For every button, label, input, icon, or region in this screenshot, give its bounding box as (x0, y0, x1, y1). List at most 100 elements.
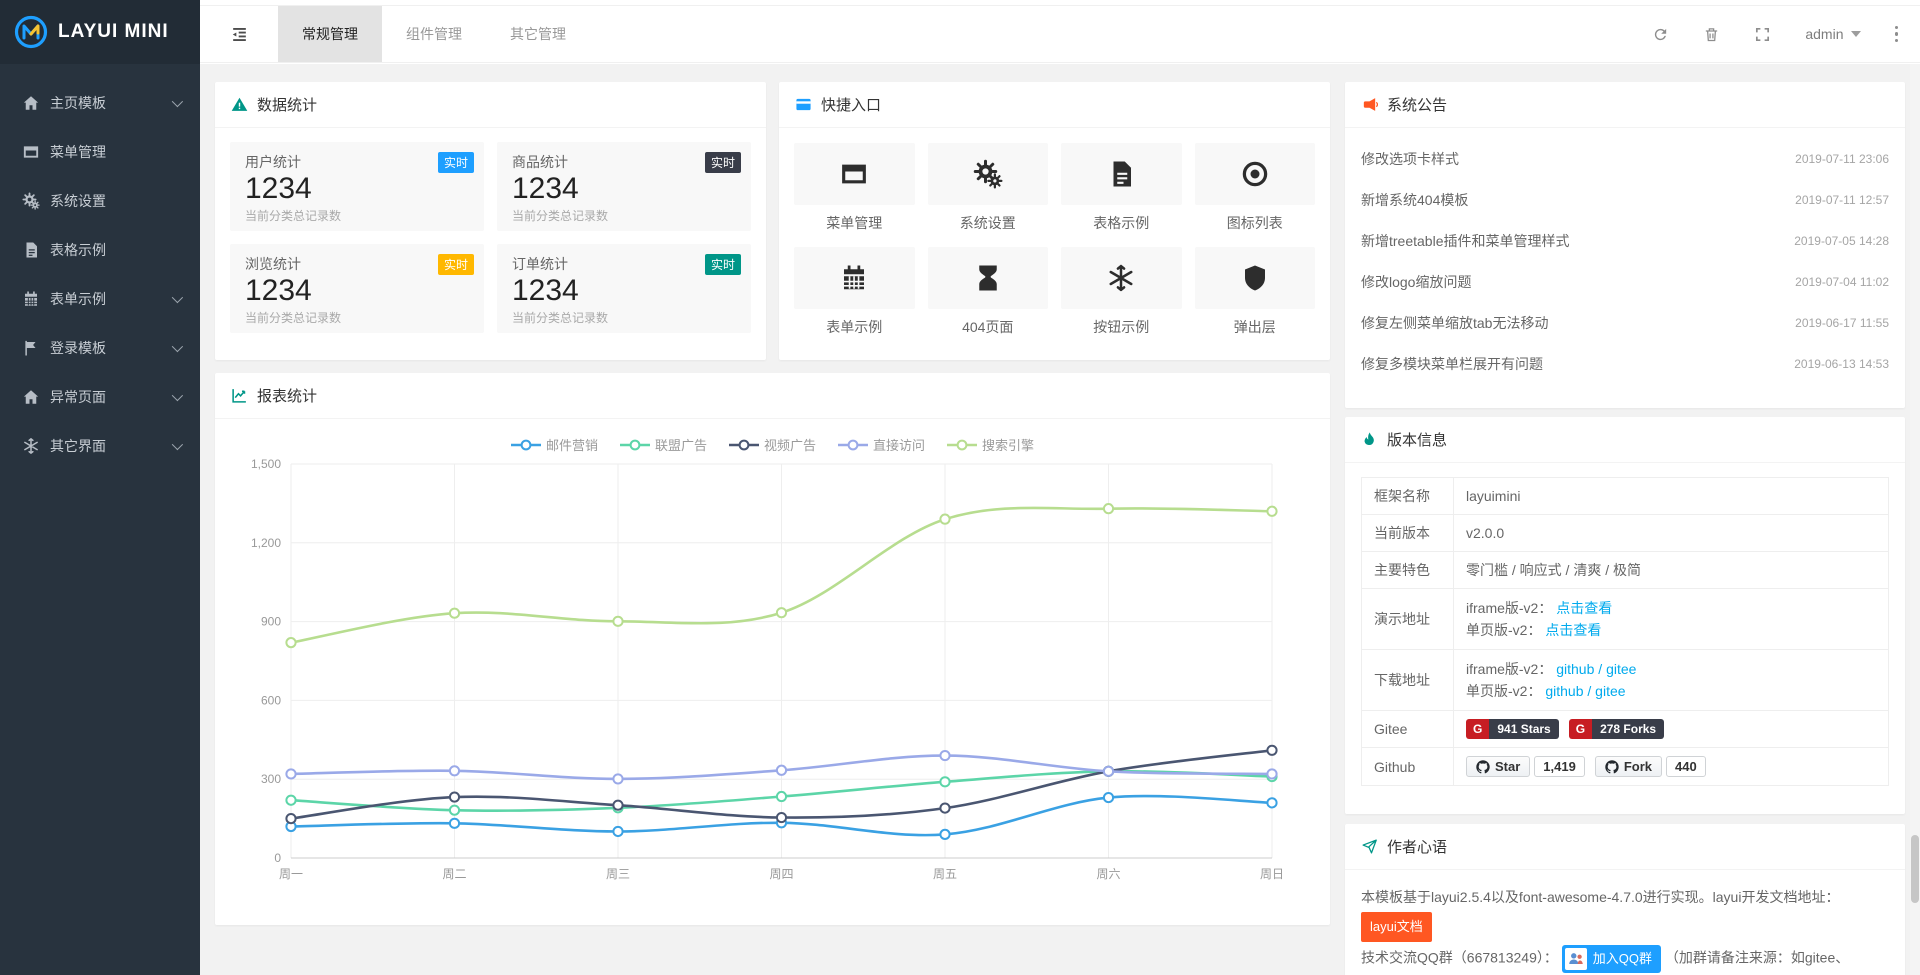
gears-icon (928, 143, 1049, 205)
notice-item[interactable]: 新增系统404模板 2019-07-11 12:57 (1345, 179, 1905, 220)
version-label: 下载地址 (1362, 650, 1454, 711)
quick-entry-label: 表单示例 (794, 317, 915, 337)
svg-text:600: 600 (261, 693, 281, 707)
gitee-badge-label: 941 Stars (1489, 719, 1558, 739)
panel-title: 版本信息 (1387, 429, 1447, 450)
quick-entry-gears[interactable]: 系统设置 (928, 143, 1049, 233)
report-panel-header: 报表统计 (215, 373, 1330, 419)
user-menu[interactable]: admin (1805, 26, 1860, 42)
quick-entry-snowflake[interactable]: 按钮示例 (1061, 247, 1182, 337)
version-link[interactable]: gitee (1595, 683, 1625, 699)
layui-doc-badge[interactable]: layui文档 (1361, 912, 1432, 942)
legend-marker-icon (729, 439, 759, 451)
legend-item[interactable]: 直接访问 (838, 435, 925, 454)
scrollbar-thumb[interactable] (1911, 835, 1919, 903)
quick-entry-window[interactable]: 菜单管理 (794, 143, 915, 233)
version-link[interactable]: 点击查看 (1545, 622, 1601, 638)
github-badge[interactable]: Star 1,419 (1466, 756, 1585, 777)
legend-item[interactable]: 视频广告 (729, 435, 816, 454)
legend-marker-icon (511, 439, 541, 451)
svg-text:1,500: 1,500 (251, 457, 281, 471)
stats-panel-header: 数据统计 (215, 82, 766, 128)
notice-date: 2019-06-17 11:55 (1795, 316, 1889, 330)
chart-legend: 邮件营销 联盟广告 视频广告 直接访问 搜索引擎 (215, 435, 1330, 454)
more-menu-icon[interactable] (1895, 26, 1899, 43)
notice-item[interactable]: 修复左侧菜单缩放tab无法移动 2019-06-17 11:55 (1345, 302, 1905, 343)
notice-date: 2019-07-11 12:57 (1795, 193, 1889, 207)
quick-entry-shield[interactable]: 弹出层 (1195, 247, 1316, 337)
chevron-down-icon (172, 340, 183, 351)
stat-title: 商品统计 (512, 152, 736, 172)
legend-marker-icon (947, 439, 977, 451)
notice-title: 修改选项卡样式 (1361, 149, 1459, 169)
stat-caption: 当前分类总记录数 (512, 207, 736, 224)
trash-icon[interactable] (1703, 26, 1720, 43)
svg-text:周五: 周五 (933, 867, 957, 881)
notice-item[interactable]: 修改logo缩放问题 2019-07-04 11:02 (1345, 261, 1905, 302)
sidebar-item-snowflake[interactable]: 其它界面 (0, 421, 200, 470)
version-row: 框架名称 layuimini (1362, 478, 1889, 515)
sidebar-item-label: 其它界面 (50, 436, 106, 456)
sidebar-item-label: 主页模板 (50, 93, 106, 113)
legend-item[interactable]: 邮件营销 (511, 435, 598, 454)
fullscreen-icon[interactable] (1754, 26, 1771, 43)
realtime-badge: 实时 (438, 152, 474, 173)
gitee-badge[interactable]: G 278 Forks (1569, 719, 1664, 739)
card-icon (795, 96, 812, 113)
gitee-badge[interactable]: G 941 Stars (1466, 719, 1559, 739)
sidebar-item-home[interactable]: 主页模板 (0, 78, 200, 127)
version-link[interactable]: 点击查看 (1556, 600, 1612, 616)
legend-item[interactable]: 搜索引擎 (947, 435, 1034, 454)
sidebar-item-file[interactable]: 表格示例 (0, 225, 200, 274)
quick-entry-dot-circle[interactable]: 图标列表 (1195, 143, 1316, 233)
quick-entry-hourglass[interactable]: 404页面 (928, 247, 1049, 337)
notice-item[interactable]: 修复多模块菜单栏展开有问题 2019-06-13 14:53 (1345, 343, 1905, 384)
scrollbar[interactable] (1910, 64, 1920, 975)
version-link[interactable]: github (1545, 683, 1583, 699)
sidebar-item-home[interactable]: 异常页面 (0, 372, 200, 421)
sidebar-collapse-button[interactable] (200, 6, 278, 62)
file-icon (22, 241, 40, 259)
join-qq-button[interactable]: 加入QQ群 (1562, 945, 1661, 973)
version-label: 当前版本 (1362, 515, 1454, 552)
paper-plane-icon (1361, 838, 1378, 855)
svg-text:900: 900 (261, 615, 281, 629)
line-chart-icon (231, 387, 248, 404)
svg-text:周三: 周三 (606, 867, 630, 881)
sidebar-item-gears[interactable]: 系统设置 (0, 176, 200, 225)
legend-item[interactable]: 联盟广告 (620, 435, 707, 454)
github-badge[interactable]: Fork 440 (1595, 756, 1706, 777)
quick-entry-file[interactable]: 表格示例 (1061, 143, 1182, 233)
version-link[interactable]: gitee (1606, 661, 1636, 677)
qq-group-icon (1565, 948, 1587, 970)
warning-triangle-icon (231, 96, 248, 113)
stat-card: 浏览统计 1234 当前分类总记录数 实时 (230, 244, 484, 333)
panel-title: 数据统计 (257, 94, 317, 115)
sidebar-item-window[interactable]: 菜单管理 (0, 127, 200, 176)
app-logo[interactable]: LAYUI MINI (0, 0, 200, 64)
quick-entry-label: 按钮示例 (1061, 317, 1182, 337)
notice-date: 2019-07-05 14:28 (1794, 234, 1889, 248)
svg-text:1,200: 1,200 (251, 536, 281, 550)
stat-card: 商品统计 1234 当前分类总记录数 实时 (497, 142, 751, 231)
author-text: 本模板基于layui2.5.4以及font-awesome-4.7.0进行实现。… (1345, 870, 1905, 975)
home-icon (22, 94, 40, 112)
notice-item[interactable]: 新增treetable插件和菜单管理样式 2019-07-05 14:28 (1345, 220, 1905, 261)
version-row: 主要特色 零门槛 / 响应式 / 清爽 / 极简 (1362, 552, 1889, 589)
main-content: 数据统计 用户统计 1234 当前分类总记录数 实时 商品统计 1234 当前分… (200, 64, 1920, 975)
link-prefix: iframe版-v2： (1466, 600, 1556, 616)
refresh-icon[interactable] (1652, 26, 1669, 43)
tab[interactable]: 组件管理 (382, 6, 486, 62)
notice-item[interactable]: 修改选项卡样式 2019-07-11 23:06 (1345, 138, 1905, 179)
tab[interactable]: 其它管理 (486, 6, 590, 62)
sidebar-item-flag[interactable]: 登录模板 (0, 323, 200, 372)
notice-date: 2019-06-13 14:53 (1794, 357, 1889, 371)
chevron-down-icon (172, 291, 183, 302)
panel-title: 快捷入口 (821, 94, 881, 115)
quick-entry-calendar[interactable]: 表单示例 (794, 247, 915, 337)
realtime-badge: 实时 (438, 254, 474, 275)
tab[interactable]: 常规管理 (278, 6, 382, 62)
version-link[interactable]: github (1556, 661, 1594, 677)
sidebar-item-calendar[interactable]: 表单示例 (0, 274, 200, 323)
legend-marker-icon (838, 439, 868, 451)
